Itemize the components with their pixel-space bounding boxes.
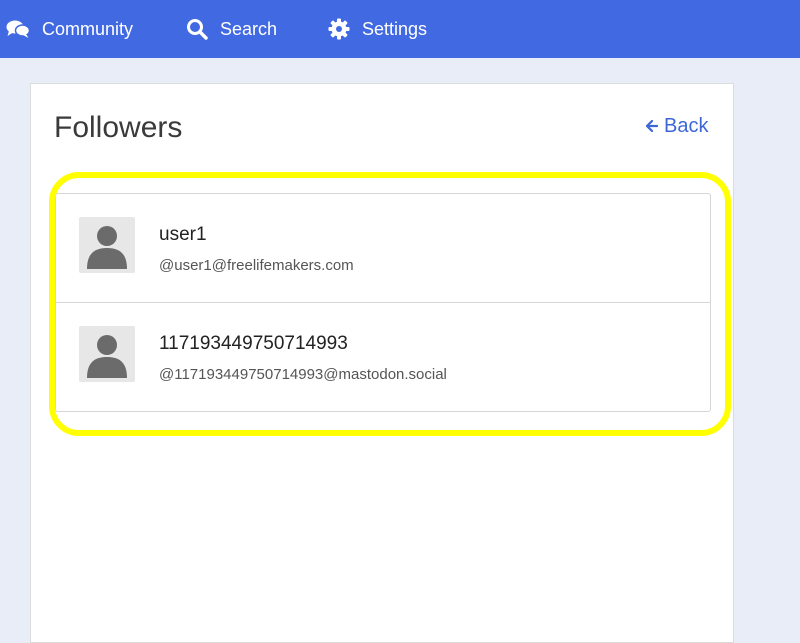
comments-icon	[6, 19, 30, 39]
back-label: Back	[664, 115, 709, 137]
nav-community-label: Community	[42, 18, 134, 39]
nav-community[interactable]: Community	[6, 0, 133, 58]
search-icon	[186, 18, 208, 40]
nav-search[interactable]: Search	[186, 0, 277, 58]
page-title: Followers	[54, 111, 183, 144]
nav-search-label: Search	[220, 18, 278, 39]
nav-settings-label: Settings	[362, 18, 428, 39]
gear-icon	[328, 18, 350, 40]
top-navbar: Community Search Settings	[0, 0, 800, 58]
back-link[interactable]: Back	[646, 112, 708, 140]
highlight-annotation	[49, 172, 731, 436]
nav-settings[interactable]: Settings	[328, 0, 427, 58]
arrow-left-icon	[646, 119, 658, 133]
